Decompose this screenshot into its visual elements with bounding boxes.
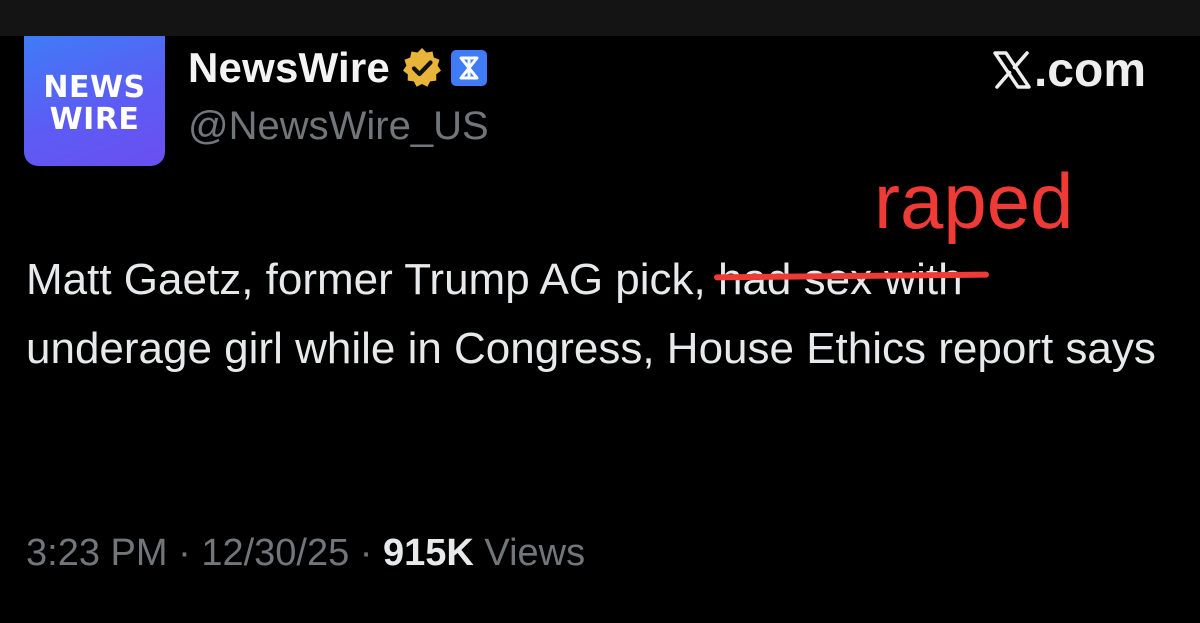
author-handle[interactable]: @NewsWire_US bbox=[188, 104, 489, 149]
tweet-text: Matt Gaetz, former Trump AG pick, had se… bbox=[26, 245, 1186, 383]
tweet-date[interactable]: 12/30/25 bbox=[201, 532, 349, 574]
x-com-suffix: .com bbox=[1033, 43, 1146, 97]
x-logo-icon bbox=[993, 51, 1031, 89]
avatar-text-line1: NEWS bbox=[43, 70, 146, 105]
affiliate-badge-icon[interactable] bbox=[450, 49, 488, 87]
tweet-text-after: underage girl while in Congress, House E… bbox=[26, 324, 1156, 373]
struck-through-phrase: had sex with bbox=[713, 245, 989, 314]
x-com-watermark: .com bbox=[992, 40, 1146, 100]
tweet-time[interactable]: 3:23 PM bbox=[26, 532, 168, 574]
gold-verified-badge-icon[interactable] bbox=[400, 46, 444, 90]
separator-dot: · bbox=[167, 532, 202, 574]
avatar-text-line2: WIRE bbox=[49, 102, 140, 137]
views-label[interactable]: Views bbox=[474, 532, 585, 574]
tweet-metadata: 3:23 PM · 12/30/25 · 915K Views bbox=[26, 532, 585, 575]
handwritten-correction: raped bbox=[874, 157, 1074, 245]
avatar[interactable]: NEWS WIRE bbox=[24, 36, 165, 166]
author-name-row: NewsWire bbox=[188, 40, 488, 96]
views-count[interactable]: 915K bbox=[383, 532, 474, 574]
separator-dot: · bbox=[349, 532, 384, 574]
top-status-strip bbox=[0, 0, 1200, 36]
tweet-text-before: Matt Gaetz, former Trump AG pick, bbox=[26, 255, 718, 304]
author-display-name[interactable]: NewsWire bbox=[188, 44, 390, 92]
